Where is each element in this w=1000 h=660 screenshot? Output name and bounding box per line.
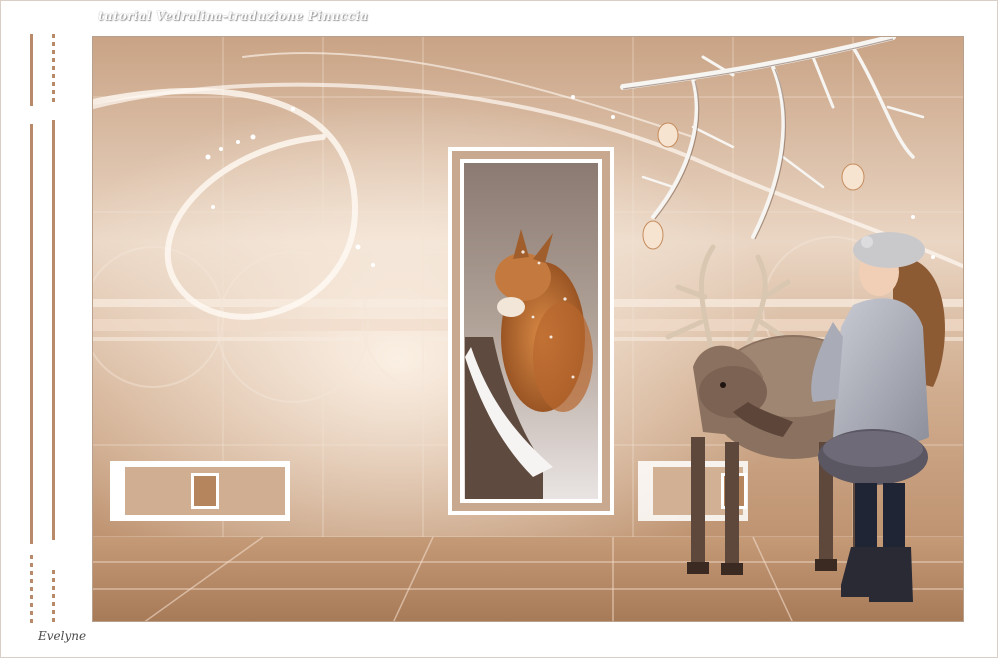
artwork-illustration [93, 37, 963, 621]
left-decor-dots [30, 555, 33, 625]
tutorial-watermark: tutorial Vedralina-traduzione Pinuccia [98, 9, 369, 23]
left-decor-dots [52, 570, 55, 626]
left-decor-bar [52, 120, 55, 540]
artist-signature: Evelyne [38, 629, 87, 643]
left-decor-bar [30, 124, 33, 544]
left-decor-bar [30, 34, 33, 106]
artwork-canvas [92, 36, 964, 622]
left-decor-dots [52, 34, 55, 102]
